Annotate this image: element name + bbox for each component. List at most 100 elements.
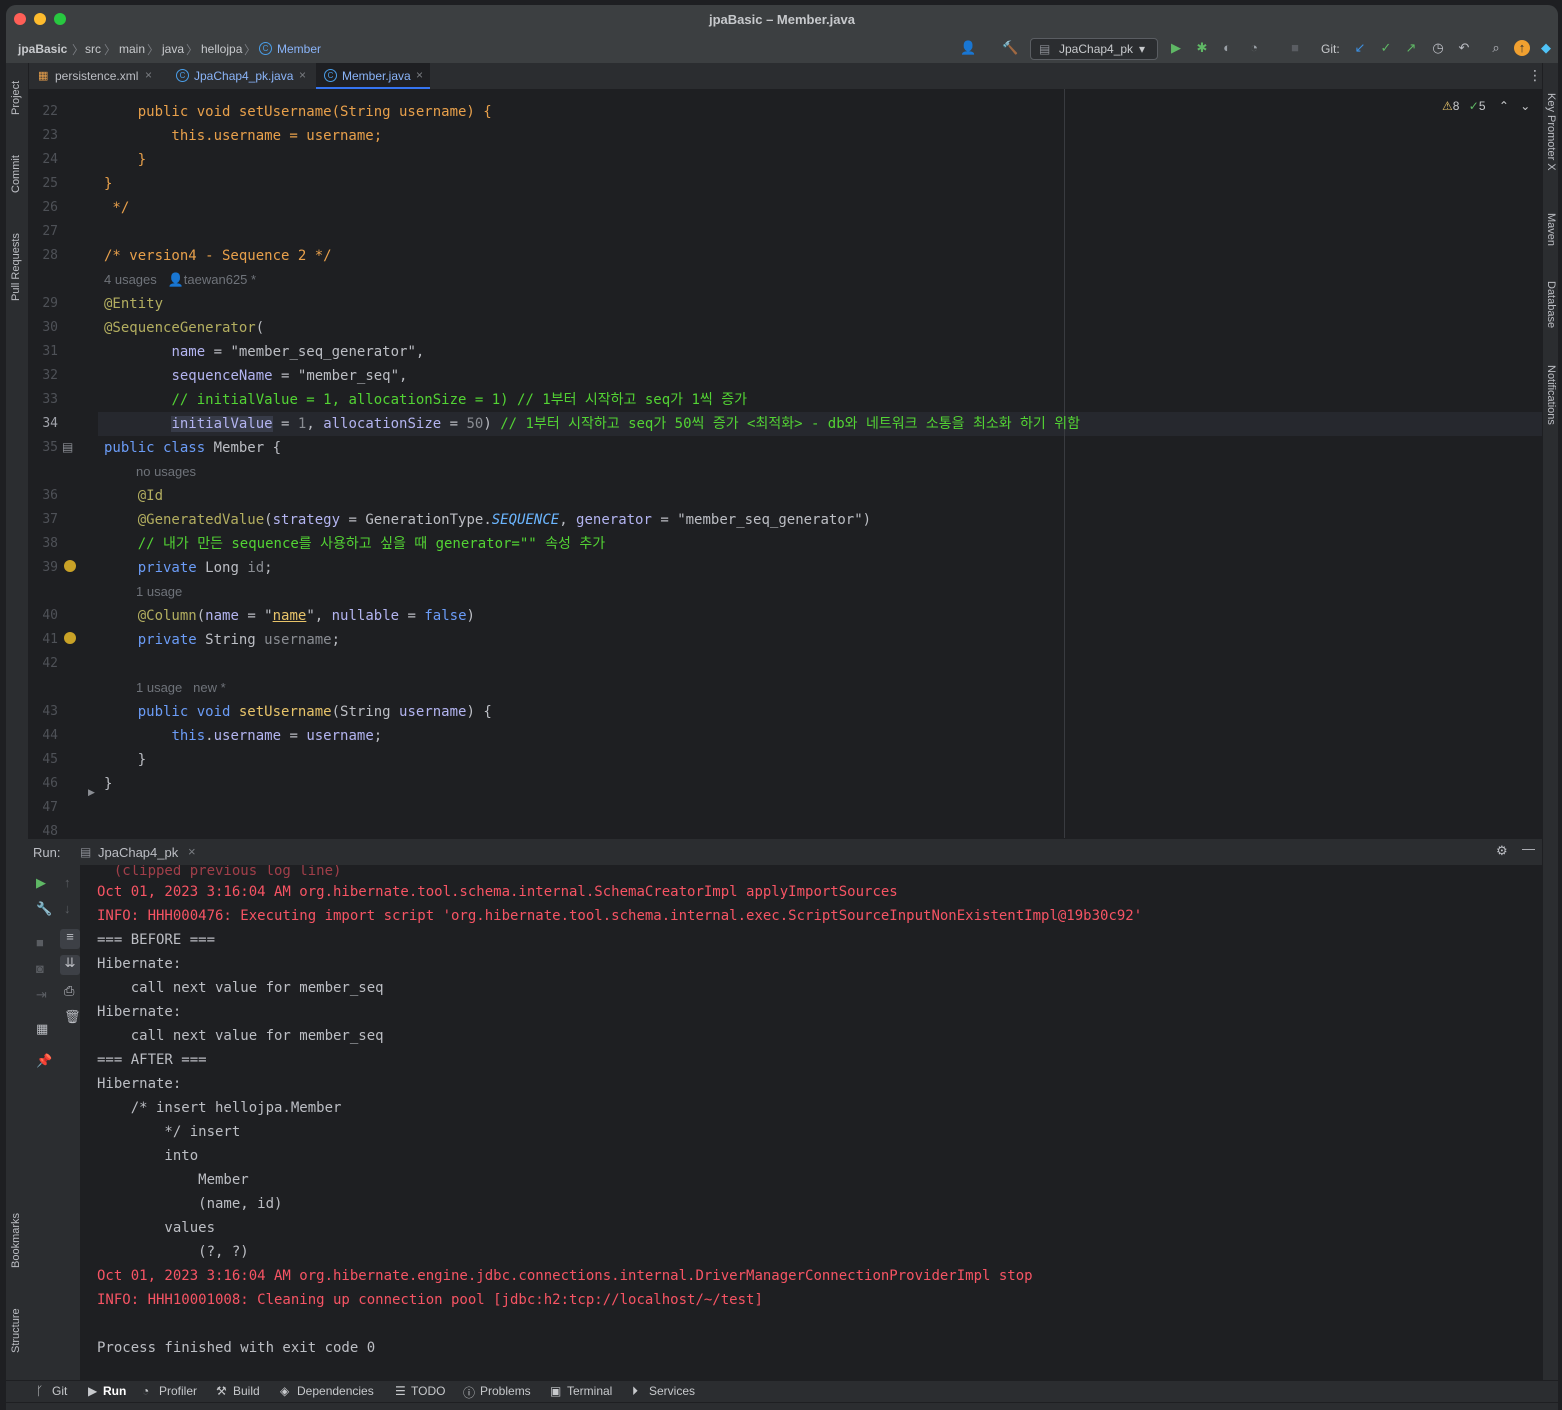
ide-window: jpaBasic – Member.java jpaBasic 〉 src 〉 … [6,5,1558,1410]
bottom-tab-run[interactable]: Run [103,1384,126,1398]
bottom-tab-dependencies[interactable]: Dependencies [297,1384,374,1398]
structure-tool-button[interactable]: Structure [10,1308,22,1353]
database-tool-button[interactable]: Database [1545,281,1557,328]
bottom-tab-services[interactable]: Services [649,1384,695,1398]
line-number: 40 [42,608,58,623]
user-icon[interactable]: 👤 [960,40,976,56]
git-label: Git: [1321,42,1340,56]
console-line: INFO: HHH000476: Executing import script… [97,908,1143,924]
git-commit-icon[interactable]: ✓ [1378,40,1394,56]
inlay-hints[interactable]: 4 usages 👤taewan625 * [104,268,256,292]
close-icon[interactable]: × [188,844,196,859]
tab-member-java[interactable]: C Member.java × [316,63,430,89]
close-icon[interactable]: × [299,68,306,82]
usages-hint[interactable]: no usages [136,464,196,479]
console-output[interactable]: (clipped previous log line) Oct 01, 2023… [80,865,1542,1380]
pin-icon[interactable]: 📌 [36,1053,52,1069]
usages-hint[interactable]: 1 usage [136,584,182,599]
rollback-icon[interactable]: ↶ [1456,40,1472,56]
minimize-panel-icon[interactable]: — [1522,841,1535,856]
bottom-tab-problems[interactable]: Problems [480,1384,531,1398]
plugin-icon[interactable]: ◆ [1538,40,1554,56]
git-update-icon[interactable]: ↙ [1352,40,1368,56]
fold-arrow-icon[interactable]: ▶ [88,787,95,798]
line-number: 46 [42,776,58,791]
code-editor[interactable]: 22 23 24 25 26 27 28 29 30 31 32 33 34 3… [28,89,1542,838]
tab-jpachap4-pk[interactable]: C JpaChap4_pk.java × [168,63,314,89]
breadcrumb-main[interactable]: main [119,42,145,56]
inlay-hints[interactable]: 1 usage new * [136,676,226,700]
line-number: 42 [42,656,58,671]
line-number: 23 [42,128,58,143]
commit-tool-button[interactable]: Commit [10,155,22,193]
bean-icon[interactable] [64,632,76,644]
bottom-tab-todo[interactable]: TODO [411,1384,445,1398]
inspection-widget[interactable]: ⚠8 ✓5 ⌃ ⌄ [1442,99,1530,113]
debug-icon[interactable]: ✱ [1194,40,1210,56]
line-comment: // 내가 만든 sequence를 사용하고 싶을 때 generator="… [137,536,606,552]
console-line: into [97,1148,199,1164]
wrench-icon[interactable]: 🔧 [36,901,52,917]
tab-persistence-xml[interactable]: ▦ persistence.xml × [28,63,158,89]
more-options-icon[interactable]: ⋮ [1528,67,1542,84]
bean-icon[interactable] [64,560,76,572]
notifications-tool-button[interactable]: Notifications [1545,365,1557,425]
breadcrumb-hellojpa[interactable]: hellojpa [201,42,242,56]
arrow-down-icon[interactable]: ↓ [64,901,71,916]
update-icon[interactable]: ↑ [1514,40,1530,56]
usages-hint[interactable]: 1 usage [136,680,182,695]
breadcrumb-member[interactable]: Member [277,42,321,56]
inlay-hints[interactable]: 1 usage [136,580,182,604]
warning-icon: ⚠ [1442,99,1453,113]
line-number: 29 [42,296,58,311]
breadcrumb-project[interactable]: jpaBasic [18,42,67,56]
search-icon[interactable]: ⌕ [1488,40,1504,56]
breadcrumb-src[interactable]: src [85,42,101,56]
run-icon[interactable]: ▶ [1168,40,1184,56]
arrow-up-icon[interactable]: ↑ [64,875,71,890]
git-push-icon[interactable]: ↗ [1403,40,1419,56]
line-number: 44 [42,728,58,743]
print-icon[interactable]: ⎙ [64,983,74,999]
bookmarks-tool-button[interactable]: Bookmarks [10,1213,22,1268]
pull-requests-tool-button[interactable]: Pull Requests [10,233,22,301]
author-hint[interactable]: new * [193,680,226,695]
trash-icon[interactable]: 🗑 [64,1009,81,1025]
bottom-tab-terminal[interactable]: Terminal [567,1384,612,1398]
scroll-to-end-icon[interactable]: ⇊ [60,955,80,975]
layers-icon: ◈ [280,1384,290,1398]
exit-icon[interactable]: ⇥ [36,987,47,1003]
soft-wrap-icon[interactable]: ≡ [60,929,80,949]
chevron-right-icon: 〉 [244,43,257,57]
chevron-up-icon[interactable]: ⌃ [1499,99,1509,113]
run-config-tab[interactable]: JpaChap4_pk [98,845,178,860]
warning-count: 8 [1452,99,1460,113]
build-hammer-icon[interactable]: 🔨 [1002,40,1018,56]
usages-hint[interactable]: 4 usages [104,272,157,287]
key-promoter-tool-button[interactable]: Key Promoter X [1545,93,1557,171]
line-number: 38 [42,536,58,551]
profile-icon[interactable]: ◔ [1246,40,1262,56]
run-configuration-select[interactable]: ▤ JpaChap4_pk ▾ [1030,38,1158,60]
close-icon[interactable]: × [416,68,423,82]
history-icon[interactable]: ◷ [1430,40,1446,56]
rerun-icon[interactable]: ▶ [36,875,46,891]
chevron-right-icon: 〉 [186,43,199,57]
code-line: */ [104,200,130,216]
bottom-tab-build[interactable]: Build [233,1384,260,1398]
bottom-tab-profiler[interactable]: Profiler [159,1384,197,1398]
author-hint[interactable]: taewan625 * [184,272,256,287]
layout-icon[interactable]: ▦ [36,1021,48,1037]
stop-icon[interactable]: ■ [1287,40,1303,56]
coverage-icon[interactable]: ◐ [1219,40,1235,56]
bottom-tab-git[interactable]: Git [52,1384,67,1398]
camera-icon[interactable]: ◙ [36,961,44,976]
breadcrumb-java[interactable]: java [162,42,184,56]
chevron-down-icon[interactable]: ⌄ [1520,99,1530,113]
project-tool-button[interactable]: Project [10,81,22,115]
close-icon[interactable]: × [145,68,152,82]
inlay-hints[interactable]: no usages [136,460,196,484]
stop-icon[interactable]: ■ [36,935,44,950]
gear-icon[interactable]: ⚙ [1496,843,1508,859]
maven-tool-button[interactable]: Maven [1545,213,1557,246]
